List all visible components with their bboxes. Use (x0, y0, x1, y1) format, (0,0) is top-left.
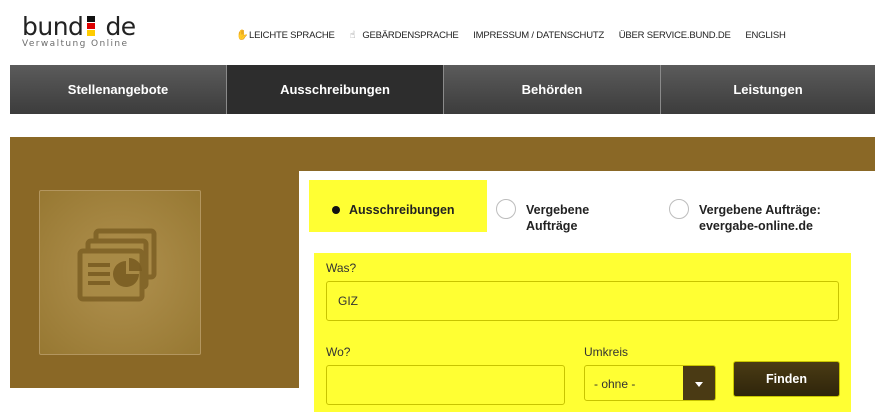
link-label: LEICHTE SPRACHE (249, 30, 335, 41)
radio-label-line: Vergebene (526, 203, 590, 217)
radio-label-line: Aufträge (526, 219, 578, 233)
main-navigation: Stellenangebote Ausschreibungen Behörden… (10, 65, 875, 114)
was-input[interactable]: GIZ (326, 281, 839, 321)
link-english[interactable]: ENGLISH (745, 30, 786, 41)
presentation-chart-icon (77, 228, 157, 302)
logo-text-right: de (105, 12, 136, 41)
radio-label: Vergebene Aufträge (526, 202, 589, 234)
hero-image-tile (39, 190, 201, 355)
radio-button[interactable] (496, 199, 516, 219)
chevron-down-icon[interactable] (683, 366, 715, 400)
logo-text-left: bund (22, 12, 84, 41)
was-input-value: GIZ (338, 294, 358, 308)
header: bund de Verwaltung Online ✋LEICHTE SPRACH… (0, 0, 875, 62)
link-label: GEBÄRDENSPRACHE (362, 30, 459, 41)
radio-label-line: Vergebene Aufträge: (699, 203, 821, 217)
search-panel: Ausschreibungen Vergebene Aufträge Verge… (299, 171, 875, 412)
tab-stellenangebote[interactable]: Stellenangebote (10, 65, 227, 114)
link-ueber-service[interactable]: ÜBER SERVICE.BUND.DE (619, 30, 731, 41)
radio-label: Vergebene Aufträge: evergabe-online.de (699, 202, 821, 234)
wo-input[interactable] (326, 365, 565, 405)
umkreis-label: Umkreis (584, 345, 628, 359)
top-links: ✋LEICHTE SPRACHE ☝ GEBÄRDENSPRACHE IMPRES… (236, 30, 798, 41)
wo-label: Wo? (326, 345, 351, 359)
was-label: Was? (326, 261, 357, 275)
link-gebaerdensprache[interactable]: ☝ GEBÄRDENSPRACHE (349, 30, 458, 41)
radio-button[interactable] (669, 199, 689, 219)
hand-icon: ✋ (236, 30, 249, 41)
sign-language-icon: ☝ (349, 30, 356, 41)
umkreis-select[interactable]: - ohne - (584, 365, 716, 401)
link-impressum[interactable]: IMPRESSUM / DATENSCHUTZ (473, 30, 604, 41)
tab-behoerden[interactable]: Behörden (444, 65, 661, 114)
search-form: Was? GIZ Wo? Umkreis - ohne - Finden (314, 253, 851, 412)
link-leichte-sprache[interactable]: ✋LEICHTE SPRACHE (236, 30, 335, 41)
radio-label-line: evergabe-online.de (699, 219, 813, 233)
radio-ausschreibungen[interactable]: Ausschreibungen (327, 201, 455, 218)
finden-button[interactable]: Finden (733, 361, 840, 397)
radio-button-checked[interactable] (327, 201, 341, 215)
tab-leistungen[interactable]: Leistungen (661, 65, 875, 114)
radio-label: Ausschreibungen (349, 203, 455, 217)
tab-ausschreibungen[interactable]: Ausschreibungen (227, 65, 444, 114)
radio-evergabe-online[interactable]: Vergebene Aufträge: evergabe-online.de (669, 199, 821, 234)
german-flag-icon (87, 16, 95, 38)
umkreis-selected-value: - ohne - (594, 377, 636, 391)
radio-vergebene-auftraege[interactable]: Vergebene Aufträge (496, 199, 589, 234)
hero-left-panel (10, 137, 300, 388)
hero-bottom-strip (0, 388, 299, 412)
logo-wordmark: bund de (22, 14, 136, 40)
bund-de-logo[interactable]: bund de Verwaltung Online (22, 14, 136, 50)
